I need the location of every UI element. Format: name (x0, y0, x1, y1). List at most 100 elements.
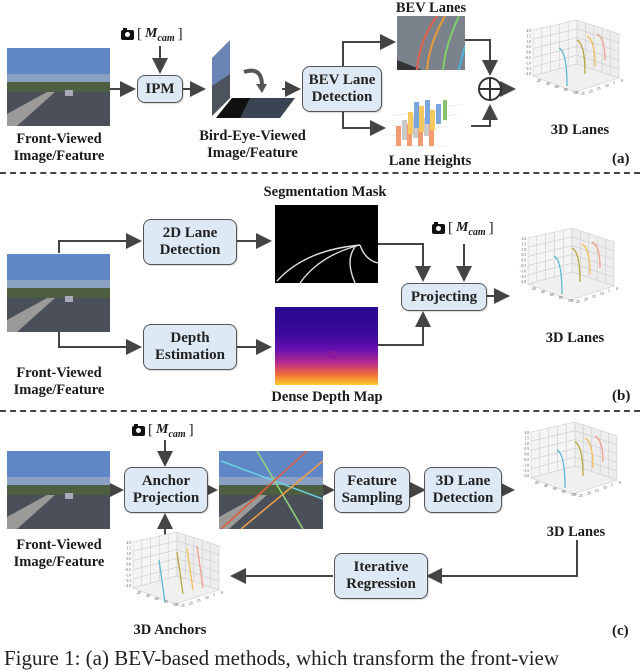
y-tick-label: 20 (584, 297, 588, 301)
x-tick-label: 40 (146, 594, 150, 598)
depth-estimation-box[interactable]: Depth Estimation (143, 324, 237, 370)
front-view-label-b: Front-Viewed Image/Feature (13, 365, 105, 398)
x-tick-label: 60 (553, 487, 557, 491)
z-tick-label: −1.5 (519, 275, 526, 279)
front-view-image-b (7, 254, 110, 332)
iterative-regression-box[interactable]: Iterative Regression (334, 553, 428, 599)
y-tick-label: 10 (605, 84, 609, 88)
3d-lanes-label-a: 3D Lanes (550, 122, 610, 138)
3d-plot-svg: 2.01.51.00.50.0−0.5−1.0−1.5−2.0204060801… (124, 531, 223, 608)
y-tick-label: 25 (579, 494, 583, 498)
camera-icon (132, 423, 145, 436)
road-scene-photo (7, 451, 110, 529)
ipm-box[interactable]: IPM (137, 75, 183, 103)
road-scene-photo (7, 48, 110, 126)
z-tick-label: −2.0 (522, 474, 529, 478)
y-tick-label: 0 (619, 481, 621, 485)
2d-lane-detection-box[interactable]: 2D Lane Detection (143, 219, 237, 265)
y-tick-label: 5 (608, 290, 610, 294)
z-tick-label: 1.0 (127, 552, 132, 556)
z-tick-label: 1.5 (525, 436, 530, 440)
3d-lanes-label-c: 3D Lanes (546, 524, 606, 540)
x-tick-label: 60 (155, 597, 159, 601)
z-tick-label: 0.0 (527, 51, 532, 55)
x-tick-label: 100 (568, 299, 574, 303)
plus-icon (480, 79, 500, 99)
y-tick-label: 15 (595, 489, 599, 493)
y-tick-label: 0 (221, 591, 223, 595)
x-tick-label: 100 (173, 603, 179, 607)
x-tick-label: 80 (559, 296, 563, 300)
road-scene-with-anchors (219, 451, 323, 529)
feature-sampling-box[interactable]: Feature Sampling (334, 467, 410, 513)
projected-anchors-image (219, 451, 323, 529)
x-tick-label: 80 (562, 490, 566, 494)
3d-anchors-plot: 2.0 1.5 1.0 0.5 0.0 −0.5 −1.0 −1.5 −2.0 20 40 60 80 1… (115, 531, 225, 624)
front-view-label-a: Front-Viewed Image/Feature (13, 131, 105, 164)
y-tick-label: 5 (613, 82, 615, 86)
camera-icon (432, 221, 445, 234)
z-tick-label: −1.5 (124, 579, 131, 583)
z-tick-label: 1.5 (127, 546, 132, 550)
panel-tag-c: (c) (612, 623, 629, 639)
3d-lanes-plot-c: 2.0 1.5 1.0 0.5 0.0 −0.5 −1.0 −1.5 −2.0 20 40 60 80 1… (513, 421, 623, 514)
bev-lanes-label: BEV Lanes (395, 0, 467, 16)
sum-operator (478, 77, 502, 101)
y-tick-label: 15 (197, 599, 201, 603)
z-tick-label: 1.0 (527, 40, 532, 44)
3d-anchors-label: 3D Anchors (133, 622, 207, 638)
x-tick-label: 20 (137, 591, 141, 595)
x-tick-label: 100 (573, 91, 579, 95)
panel-separator-ab (0, 172, 640, 174)
z-tick-label: −0.5 (124, 568, 131, 572)
x-tick-label: 20 (535, 481, 539, 485)
bev-lane-detection-box[interactable]: BEV Lane Detection (302, 66, 382, 112)
z-tick-label: 2.0 (522, 237, 527, 241)
y-tick-label: 20 (589, 89, 593, 93)
z-tick-label: −1.0 (522, 463, 529, 467)
z-tick-label: 0.5 (527, 45, 532, 49)
y-tick-label: 10 (603, 486, 607, 490)
front-view-label-c: Front-Viewed Image/Feature (13, 537, 105, 570)
z-tick-label: −1.0 (524, 61, 531, 65)
z-tick-label: −2.0 (519, 280, 526, 284)
front-view-image-c (7, 451, 110, 529)
figure-caption: Figure 1: (a) BEV-based methods, which t… (4, 646, 560, 670)
front-view-image-a (7, 48, 110, 126)
z-tick-label: −0.5 (522, 458, 529, 462)
3d-plot-svg: 2.01.51.00.50.0−0.5−1.0−1.5−2.0204060801… (524, 19, 623, 96)
camera-icon (121, 27, 134, 40)
z-tick-label: 2.0 (527, 29, 532, 33)
z-tick-label: 1.0 (522, 248, 527, 252)
z-tick-label: −0.5 (519, 264, 526, 268)
y-tick-label: 0 (616, 287, 618, 291)
x-tick-label: 80 (564, 88, 568, 92)
3d-lanes-plot-a: 2.0 1.5 1.0 0.5 0.0 −0.5 −1.0 −1.5 −2.0 20 40 60 80 1… (515, 19, 625, 112)
z-tick-label: −1.5 (524, 67, 531, 71)
y-tick-label: 15 (597, 87, 601, 91)
z-tick-label: 0.0 (127, 563, 132, 567)
z-tick-label: −0.5 (524, 56, 531, 60)
z-tick-label: 0.5 (127, 557, 132, 561)
z-tick-label: 0.0 (525, 453, 530, 457)
camera-matrix-label-b: [ Mcam ] (432, 220, 494, 238)
x-tick-label: 40 (544, 484, 548, 488)
z-tick-label: 1.5 (522, 242, 527, 246)
z-tick-label: 1.0 (525, 442, 530, 446)
z-tick-label: 2.0 (525, 431, 530, 435)
z-tick-label: −1.0 (124, 573, 131, 577)
3d-lanes-plot-b: 2.0 1.5 1.0 0.5 0.0 −0.5 −1.0 −1.5 −2.0 20 40 60 80 1… (510, 227, 620, 320)
x-tick-label: 20 (537, 79, 541, 83)
anchor-projection-box[interactable]: Anchor Projection (124, 467, 208, 513)
camera-matrix-label-c: [ Mcam ] (132, 422, 194, 440)
segmentation-mask-label: Segmentation Mask (263, 184, 387, 200)
dense-depth-map-image (275, 307, 378, 385)
z-tick-label: −1.5 (522, 469, 529, 473)
y-tick-label: 15 (592, 295, 596, 299)
y-tick-label: 0 (621, 79, 623, 83)
3d-lane-detection-box[interactable]: 3D Lane Detection (424, 467, 502, 513)
projecting-box[interactable]: Projecting (401, 283, 487, 311)
z-tick-label: −1.0 (519, 269, 526, 273)
segmentation-mask-image (275, 205, 378, 283)
panel-separator-bc (0, 410, 640, 412)
